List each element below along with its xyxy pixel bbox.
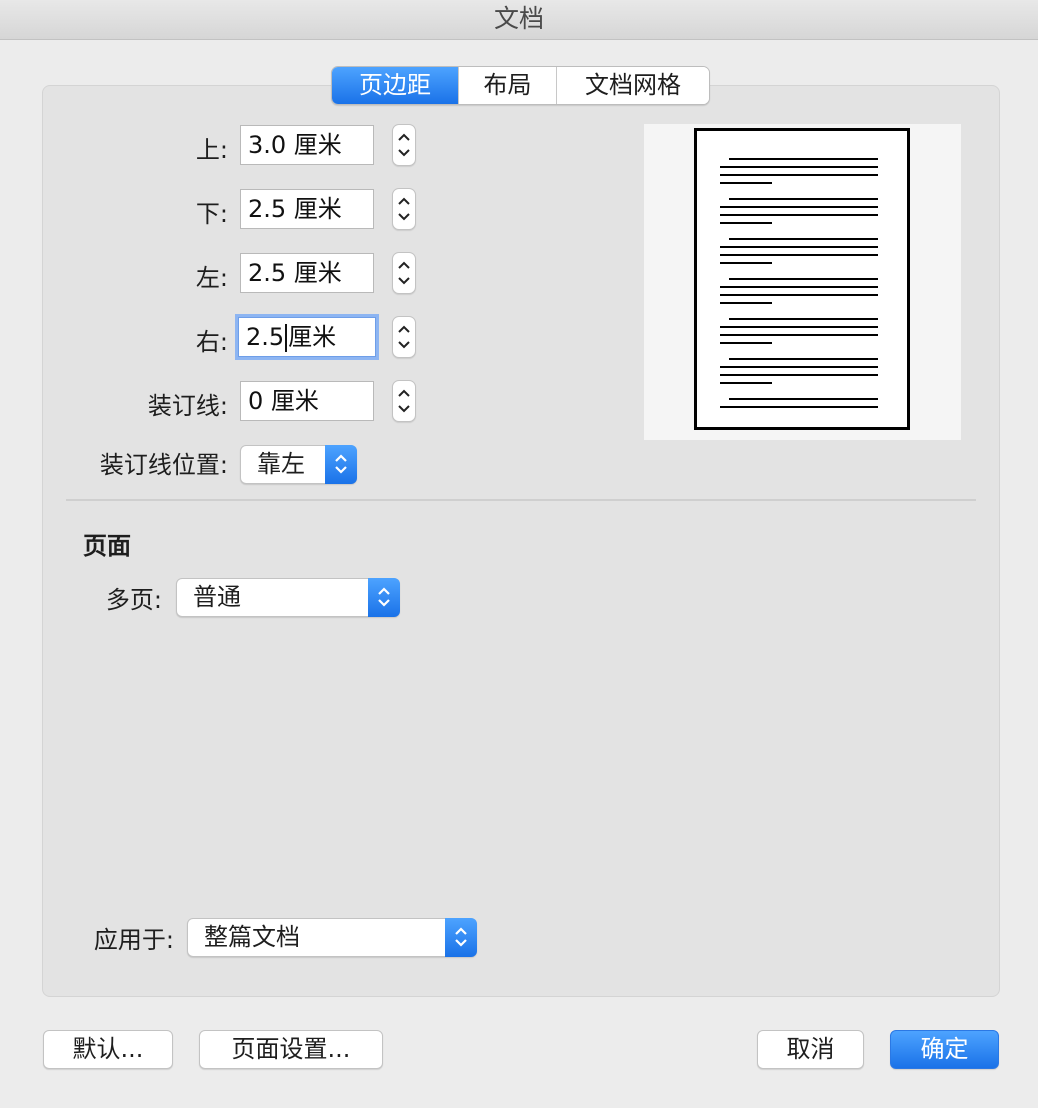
right-margin-label: 右: [195,328,228,356]
left-margin-label: 左: [195,264,228,292]
popup-arrows [325,445,357,484]
right-margin-stepper[interactable] [392,316,416,358]
popup-arrows [368,578,400,617]
multiple-pages-label: 多页: [105,586,162,614]
right-margin-value-unit: 厘米 [288,323,337,351]
chevron-up-down-icon [335,454,347,474]
gutter-stepper[interactable] [392,380,416,422]
top-margin-input[interactable]: 3.0 厘米 [240,125,374,165]
multiple-pages-popup[interactable]: 普通 [176,578,400,617]
tab-margins[interactable]: 页边距 [332,67,458,104]
gutter-label: 装订线: [147,392,228,420]
popup-arrows [445,918,477,957]
left-margin-input[interactable]: 2.5 厘米 [240,253,374,293]
top-margin-stepper[interactable] [392,124,416,166]
tab-layout[interactable]: 布局 [458,67,556,104]
chevron-up-down-icon [378,587,390,607]
pages-section-title: 页面 [83,532,131,560]
window-title: 文档 [493,4,544,33]
right-margin-input[interactable]: 2.5 厘米 [238,317,376,357]
gutter-input[interactable]: 0 厘米 [240,381,374,421]
apply-to-label: 应用于: [93,926,174,954]
tab-bar: 页边距 布局 文档网格 [331,66,710,105]
bottom-margin-input[interactable]: 2.5 厘米 [240,189,374,229]
window-titlebar: 文档 [0,0,1038,40]
ok-button[interactable]: 确定 [890,1030,999,1069]
bottom-margin-stepper[interactable] [392,188,416,230]
page-preview [694,128,910,430]
apply-to-popup[interactable]: 整篇文档 [187,918,477,957]
tab-document-grid[interactable]: 文档网格 [556,67,709,104]
text-caret [285,324,288,352]
apply-to-value: 整篇文档 [204,923,300,951]
page-preview-lines [720,158,878,408]
stepper-arrows-icon [398,325,410,349]
stepper-arrows-icon [398,133,410,157]
page-setup-button[interactable]: 页面设置... [199,1030,383,1069]
chevron-up-down-icon [455,927,467,947]
gutter-position-value: 靠左 [257,450,305,478]
left-margin-stepper[interactable] [392,252,416,294]
right-margin-value-number: 2.5 [246,323,285,351]
bottom-margin-label: 下: [195,200,228,228]
stepper-arrows-icon [398,389,410,413]
top-margin-label: 上: [195,136,228,164]
stepper-arrows-icon [398,197,410,221]
stepper-arrows-icon [398,261,410,285]
multiple-pages-value: 普通 [193,583,241,611]
gutter-position-popup[interactable]: 靠左 [240,445,357,484]
default-button[interactable]: 默认... [43,1030,173,1069]
section-divider [66,499,976,501]
gutter-position-label: 装订线位置: [99,451,228,479]
cancel-button[interactable]: 取消 [757,1030,864,1069]
